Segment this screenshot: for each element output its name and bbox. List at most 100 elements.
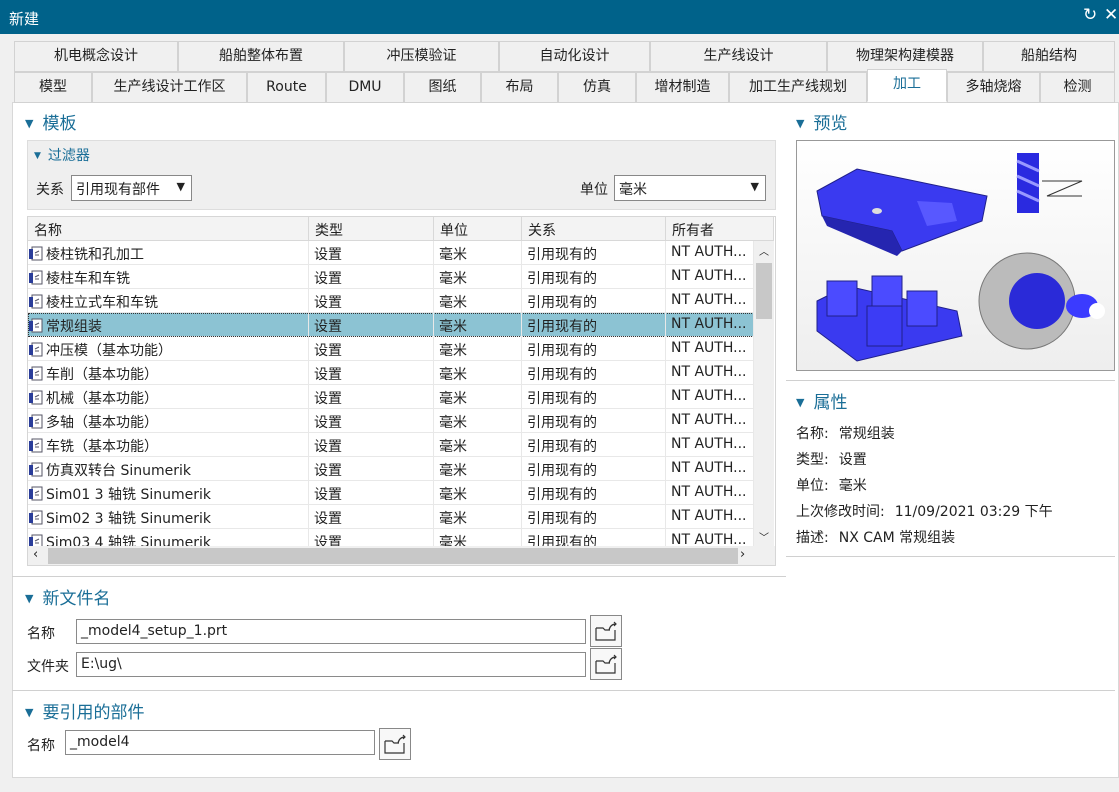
tab-14[interactable]: 增材制造 [636, 72, 729, 103]
tab-16[interactable]: 加工 [867, 69, 947, 102]
cell-text: 设置 [314, 247, 342, 263]
tab-6[interactable]: 船舶结构 [983, 41, 1115, 72]
table-row[interactable]: 车铣（基本功能） 设置 毫米 引用现有的 NT AUTH... [28, 433, 754, 457]
cell-text: 棱柱铣和孔加工 [46, 247, 144, 263]
filter-header[interactable]: ▼ 过滤器 [34, 145, 90, 165]
table-cell: 引用现有的 [522, 313, 666, 337]
template-file-icon [29, 294, 43, 309]
preview-title: 预览 [813, 114, 848, 134]
cell-text: 棱柱车和车铣 [46, 271, 130, 287]
table-cell: 常规组装 [28, 313, 309, 337]
table-cell: 毫米 [434, 505, 522, 529]
tab-0[interactable]: 机电概念设计 [14, 41, 178, 72]
tab-15[interactable]: 加工生产线规划 [729, 72, 867, 103]
cell-text: NT AUTH... [671, 460, 747, 476]
folder-input[interactable]: E:\ug\ [76, 652, 586, 677]
chevron-down-icon: ▼ [750, 180, 759, 193]
property-label: 单位: [796, 478, 829, 494]
property-row: 单位: 毫米 [796, 475, 867, 495]
tab-2[interactable]: 冲压模验证 [344, 41, 499, 72]
cell-text: 引用现有的 [527, 295, 597, 311]
table-cell: NT AUTH... [666, 505, 754, 529]
unit-label: 单位 [580, 182, 608, 198]
property-row: 类型: 设置 [796, 449, 867, 469]
template-section-header[interactable]: ▼ 模板 [25, 109, 76, 134]
property-row: 描述: NX CAM 常规组装 [796, 527, 955, 547]
scrollbar-thumb[interactable] [48, 548, 738, 564]
tab-17[interactable]: 多轴烧熔 [947, 72, 1040, 103]
tab-13[interactable]: 仿真 [558, 72, 636, 103]
tab-1[interactable]: 船舶整体布置 [178, 41, 344, 72]
ref-part-input[interactable]: _model4 [65, 730, 375, 755]
horizontal-scrollbar[interactable]: ‹ › [28, 546, 775, 565]
cell-text: 引用现有的 [527, 415, 597, 431]
browse-file-button[interactable] [590, 615, 622, 647]
tab-11[interactable]: 图纸 [404, 72, 481, 103]
table-row[interactable]: 多轴（基本功能） 设置 毫米 引用现有的 NT AUTH... [28, 409, 754, 433]
column-header[interactable]: 名称 [28, 217, 309, 241]
ref-part-section-header[interactable]: ▼ 要引用的部件 [25, 698, 144, 723]
table-cell: 冲压模（基本功能） [28, 337, 309, 361]
cell-text: 毫米 [439, 295, 467, 311]
scroll-left-icon[interactable]: ‹ [33, 547, 38, 562]
tab-7[interactable]: 模型 [14, 72, 92, 103]
tab-10[interactable]: DMU [326, 72, 404, 103]
cell-text: 设置 [314, 391, 342, 407]
preview-section-header[interactable]: ▼ 预览 [796, 109, 847, 134]
table-cell: 毫米 [434, 457, 522, 481]
vertical-scrollbar[interactable]: ︿ ﹀ [754, 241, 774, 546]
scroll-right-icon[interactable]: › [740, 547, 745, 562]
cell-text: 引用现有的 [527, 463, 597, 479]
new-file-title: 新文件名 [42, 589, 111, 609]
table-cell: 毫米 [434, 385, 522, 409]
cell-text: 车铣（基本功能） [46, 439, 158, 455]
browse-ref-part-button[interactable] [379, 728, 411, 760]
relation-dropdown[interactable]: 引用现有部件 ▼ [71, 175, 192, 201]
table-row[interactable]: Sim02 3 轴铣 Sinumerik 设置 毫米 引用现有的 NT AUTH... [28, 505, 754, 529]
refresh-icon[interactable]: ↻ [1083, 5, 1097, 25]
table-row[interactable]: 常规组装 设置 毫米 引用现有的 NT AUTH... [28, 313, 754, 337]
cell-text: 引用现有的 [527, 271, 597, 287]
table-row[interactable]: 车削（基本功能） 设置 毫米 引用现有的 NT AUTH... [28, 361, 754, 385]
table-row[interactable]: 棱柱立式车和车铣 设置 毫米 引用现有的 NT AUTH... [28, 289, 754, 313]
cell-text: NT AUTH... [671, 364, 747, 380]
table-row[interactable]: 棱柱铣和孔加工 设置 毫米 引用现有的 NT AUTH... [28, 241, 754, 265]
preview-image [796, 140, 1115, 371]
cell-text: 引用现有的 [527, 511, 597, 527]
table-cell: NT AUTH... [666, 433, 754, 457]
file-name-input[interactable]: _model4_setup_1.prt [76, 619, 586, 644]
properties-section-header[interactable]: ▼ 属性 [796, 388, 847, 413]
table-row[interactable]: 仿真双转台 Sinumerik 设置 毫米 引用现有的 NT AUTH... [28, 457, 754, 481]
tab-18[interactable]: 检测 [1040, 72, 1115, 103]
cell-text: 毫米 [439, 439, 467, 455]
scrollbar-thumb[interactable] [756, 263, 772, 319]
cam-parts-illustration [816, 153, 1105, 362]
tab-5[interactable]: 物理架构建模器 [827, 41, 983, 72]
column-header[interactable]: 单位 [434, 217, 522, 241]
tab-8[interactable]: 生产线设计工作区 [92, 72, 247, 103]
browse-folder-button[interactable] [590, 648, 622, 680]
table-cell: 引用现有的 [522, 289, 666, 313]
properties-title: 属性 [813, 393, 848, 413]
cell-text: 设置 [314, 271, 342, 287]
table-row[interactable]: 棱柱车和车铣 设置 毫米 引用现有的 NT AUTH... [28, 265, 754, 289]
table-row[interactable]: Sim01 3 轴铣 Sinumerik 设置 毫米 引用现有的 NT AUTH... [28, 481, 754, 505]
cell-text: 设置 [314, 439, 342, 455]
column-header[interactable]: 类型 [309, 217, 434, 241]
cell-text: 毫米 [439, 487, 467, 503]
table-row[interactable]: 机械（基本功能） 设置 毫米 引用现有的 NT AUTH... [28, 385, 754, 409]
column-header[interactable]: 所有者 [666, 217, 774, 241]
tab-9[interactable]: Route [247, 72, 326, 103]
property-value: 设置 [838, 452, 867, 468]
scroll-up-icon[interactable]: ︿ [759, 243, 769, 258]
tab-4[interactable]: 生产线设计 [650, 41, 827, 72]
new-file-section-header[interactable]: ▼ 新文件名 [25, 584, 110, 609]
column-header[interactable]: 关系 [522, 217, 666, 241]
close-icon[interactable]: ✕ [1104, 5, 1118, 25]
tab-12[interactable]: 布局 [481, 72, 558, 103]
scroll-down-icon[interactable]: ﹀ [759, 529, 769, 544]
tab-3[interactable]: 自动化设计 [499, 41, 650, 72]
unit-dropdown[interactable]: 毫米 ▼ [614, 175, 766, 201]
table-row[interactable]: 冲压模（基本功能） 设置 毫米 引用现有的 NT AUTH... [28, 337, 754, 361]
cell-text: 车削（基本功能） [46, 367, 158, 383]
